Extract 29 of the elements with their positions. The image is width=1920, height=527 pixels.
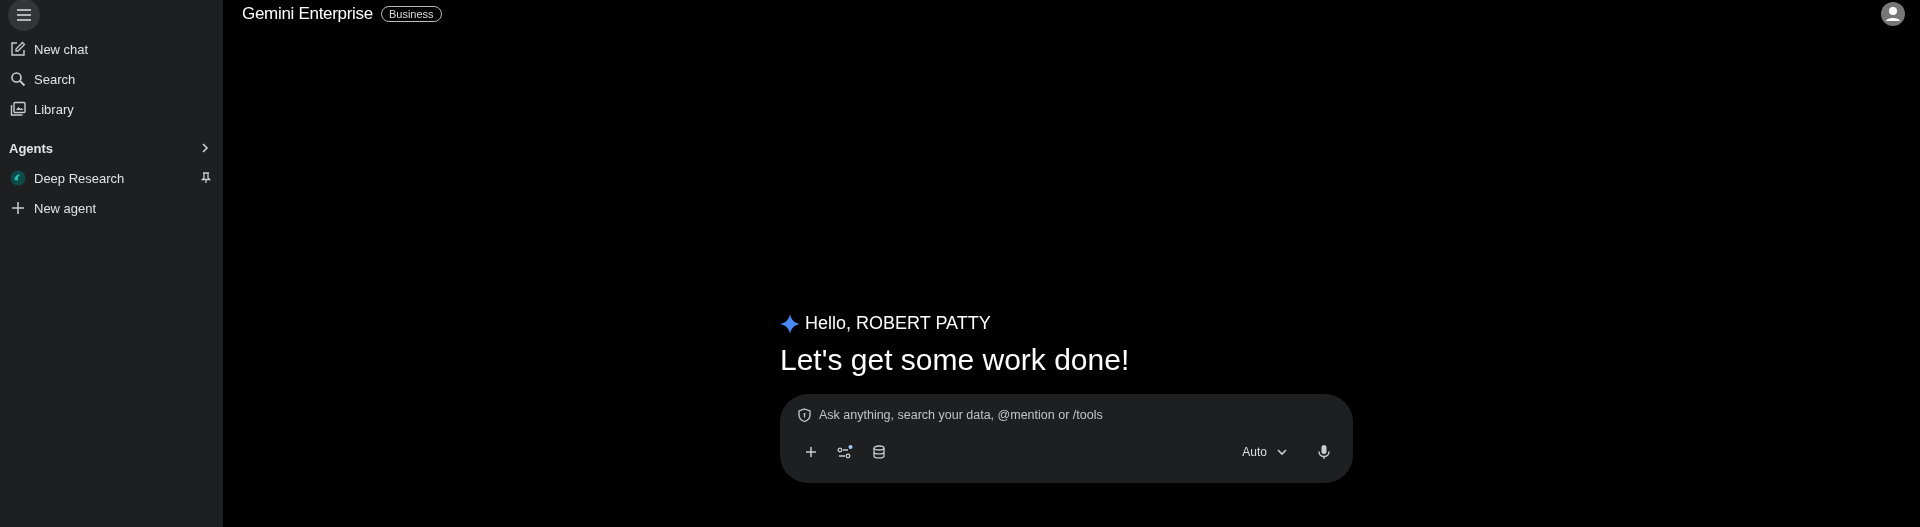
- sliders-icon: [837, 445, 853, 459]
- headline: Let's get some work done!: [780, 343, 1131, 377]
- agent-icon: [10, 170, 26, 186]
- sidebar-item[interactable]: New chat: [8, 34, 213, 64]
- database-icon: [873, 445, 885, 459]
- edit-icon: [10, 41, 26, 57]
- sidebar-item[interactable]: New agent: [8, 193, 213, 223]
- plus-icon: [805, 446, 817, 458]
- section-heading: Agents: [9, 140, 54, 156]
- prompt-input[interactable]: Ask anything, search your data, @mention or /tools: [817, 407, 1337, 423]
- greeting-text: Hello, ROBERT PATTY: [805, 313, 991, 334]
- pin-icon[interactable]: [201, 172, 211, 184]
- microphone-icon: [1318, 444, 1330, 460]
- chevron-right-icon[interactable]: [201, 142, 209, 154]
- search-icon: [10, 71, 26, 87]
- sidebar-item[interactable]: Library: [8, 94, 213, 124]
- chevron-down-icon: [1277, 448, 1287, 456]
- menu-button[interactable]: [8, 0, 40, 31]
- sidebar-item[interactable]: Search: [8, 64, 213, 94]
- app-title: Gemini Enterprise: [242, 4, 373, 24]
- sparkle-icon: [780, 313, 800, 334]
- model-dropdown[interactable]: Auto: [1236, 444, 1293, 460]
- avatar-icon[interactable]: [1880, 1, 1906, 27]
- prompt-box[interactable]: Ask anything, search your data, @mention or /tools Auto: [780, 394, 1353, 483]
- photo-library-icon: [10, 101, 26, 117]
- plus-icon: [10, 200, 26, 216]
- menu-icon: [16, 9, 32, 21]
- sidebar-item[interactable]: Deep Research: [8, 163, 213, 193]
- shield-icon: [798, 408, 811, 422]
